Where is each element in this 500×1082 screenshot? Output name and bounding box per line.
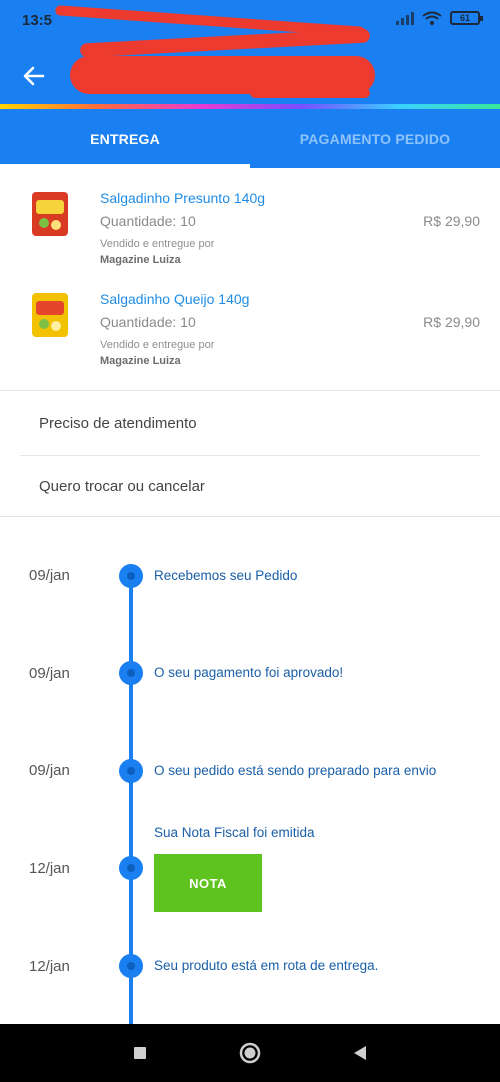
product-item[interactable]: Salgadinho Queijo 140g Quantidade: 10 R$… [0, 291, 500, 391]
timeline-date: 09/jan [29, 567, 70, 584]
product-price: R$ 29,90 [423, 314, 480, 330]
invoice-nota-button[interactable]: NOTA [154, 854, 262, 912]
timeline-dot [119, 856, 143, 880]
tab-pagamento-pedido[interactable]: PAGAMENTO PEDIDO [250, 110, 500, 168]
product-name[interactable]: Salgadinho Presunto 140g [100, 190, 265, 206]
status-icons: 61 [396, 11, 483, 25]
timeline-status: Recebemos seu Pedido [154, 568, 298, 583]
product-image [30, 190, 70, 238]
product-price: R$ 29,90 [423, 213, 480, 229]
product-quantity: Quantidade: 10 [100, 213, 196, 229]
seller-name: Magazine Luiza [100, 355, 181, 367]
timeline-date: 09/jan [29, 762, 70, 779]
product-quantity: Quantidade: 10 [100, 314, 196, 330]
timeline-dot [119, 759, 143, 783]
battery-icon: 61 [450, 11, 483, 25]
product-name[interactable]: Salgadinho Queijo 140g [100, 291, 249, 307]
exchange-or-cancel-option[interactable]: Quero trocar ou cancelar [20, 456, 480, 516]
back-nav-button[interactable] [348, 1041, 372, 1065]
timeline-date: 12/jan [29, 958, 70, 975]
redaction-scribble [250, 88, 370, 98]
square-icon [134, 1047, 146, 1059]
tab-bar: ENTREGA PAGAMENTO PEDIDO [0, 110, 500, 168]
sold-by-label: Vendido e entregue por [100, 339, 215, 351]
timeline-status: O seu pagamento foi aprovado! [154, 665, 344, 680]
sold-by-label: Vendido e entregue por [100, 238, 215, 250]
status-time: 13:5 [22, 12, 53, 29]
timeline-dot [119, 661, 143, 685]
timeline-status: Sua Nota Fiscal foi emitida [154, 825, 315, 840]
timeline-dot [119, 954, 143, 978]
header-gradient-strip [0, 104, 500, 109]
recents-button[interactable] [128, 1041, 152, 1065]
back-button[interactable] [18, 60, 50, 92]
signal-icon [396, 11, 414, 25]
timeline-status: Seu produto está em rota de entrega. [154, 958, 379, 973]
app-header: 13:5 61 ENTREGA PAGAMENTO PEDIDO [0, 0, 500, 168]
home-button[interactable] [238, 1041, 262, 1065]
product-item[interactable]: Salgadinho Presunto 140g Quantidade: 10 … [0, 190, 500, 290]
need-support-option[interactable]: Preciso de atendimento [20, 393, 480, 453]
system-navigation-bar [0, 1024, 500, 1082]
triangle-back-icon [354, 1046, 366, 1060]
timeline-date: 12/jan [29, 860, 70, 877]
tab-entrega[interactable]: ENTREGA [0, 110, 250, 168]
timeline-status: O seu pedido está sendo preparado para e… [154, 763, 437, 778]
circle-home-icon [239, 1042, 261, 1064]
wifi-icon [422, 11, 442, 25]
seller-name: Magazine Luiza [100, 254, 181, 266]
timeline-date: 09/jan [29, 665, 70, 682]
section-divider [0, 516, 500, 517]
arrow-left-icon [23, 66, 45, 86]
product-image [30, 291, 70, 339]
section-divider [0, 390, 500, 391]
timeline-dot [119, 564, 143, 588]
